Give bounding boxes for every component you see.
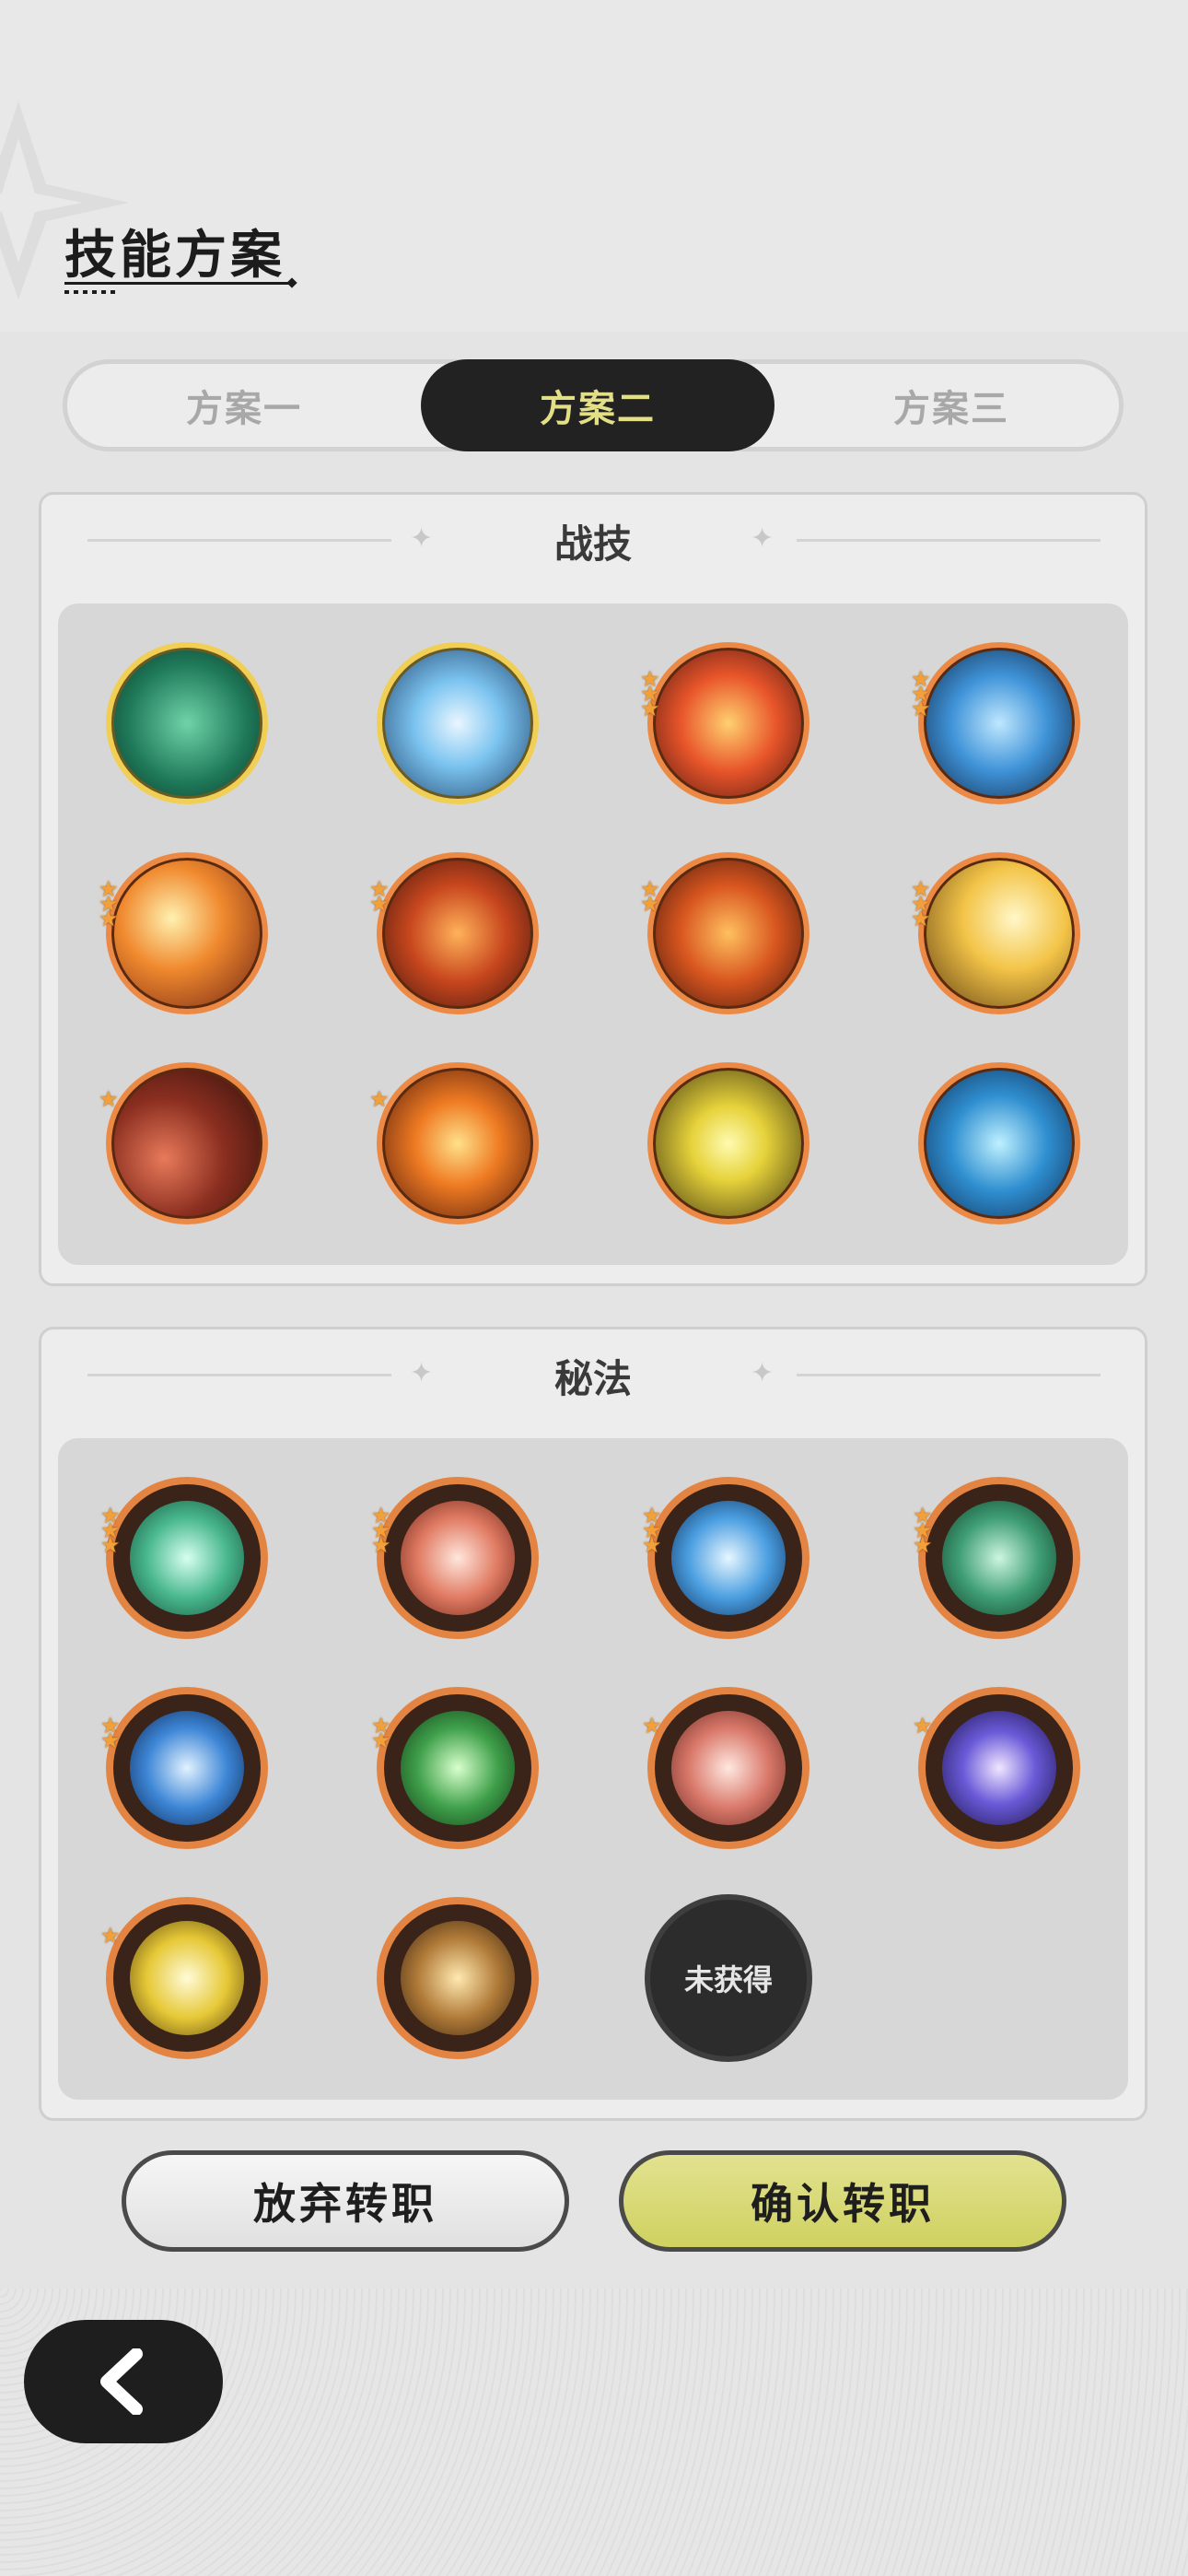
rank-stars: ★ ★ ★ [640,666,660,721]
battle-skills-panel: ✦ 战技 ✦ ★ ★ ★ ★ ★ ★ ★ ★ ★ ★ ★ ★ ★ ★ ★ ★ ★ ★ [39,492,1147,1286]
divider-right [797,1374,1101,1376]
water-whirlpool-icon[interactable] [918,1062,1080,1224]
chevron-left-icon [100,2348,143,2415]
skill-core [671,1501,786,1615]
flame-wave-icon[interactable]: ★ ★ [640,852,809,1014]
skill-core [130,1501,244,1615]
nature-shield-icon[interactable]: ★ ★ ★ [913,1477,1080,1639]
wind-blade-icon[interactable]: ★ ★ [371,1687,539,1849]
skill-core [130,1921,244,2035]
skill-core [401,1921,515,2035]
rank-stars: ★ ★ ★ [913,1503,933,1558]
rank-stars: ★ [99,1086,119,1112]
divider-right [797,539,1101,542]
fire-figure-icon[interactable]: ★ ★ ★ [371,1477,539,1639]
star-light-icon[interactable]: ★ ★ ★ [911,852,1080,1014]
tab-plan-2[interactable]: 方案二 [421,359,775,451]
secret-skill-grid: ★ ★ ★ ★ ★ ★ ★ ★ ★ ★ ★ ★ ★ ★ ★ ★ ★ ★ ★ 未获… [58,1438,1128,2100]
battle-skill-grid: ★ ★ ★ ★ ★ ★ ★ ★ ★ ★ ★ ★ ★ ★ ★ ★ ★ ★ [58,603,1128,1265]
skill-core [401,1501,515,1615]
page-title: 技能方案 [64,226,285,286]
meteor-icon[interactable]: ★ [99,1062,268,1224]
rank-stars: ★ [369,1086,390,1112]
fireball-burst-icon[interactable]: ★ ★ ★ [99,852,268,1014]
title-underline [64,282,295,285]
rank-stars: ★ ★ ★ [371,1503,391,1558]
arcane-clock-icon[interactable]: ★ [913,1687,1080,1849]
fire-spirit-icon[interactable]: ★ ★ ★ [640,642,809,804]
rank-stars: ★ ★ ★ [100,1503,121,1558]
tab-plan-3[interactable]: 方案三 [775,364,1128,447]
skill-core [942,1501,1056,1615]
locked-skill-slot: 未获得 [645,1894,812,2062]
ice-crystal-icon[interactable] [377,642,539,804]
rank-stars: ★ ★ [371,1713,391,1753]
flame-swirl-icon[interactable]: ★ [642,1687,809,1849]
skill-core [942,1711,1056,1825]
back-button[interactable] [24,2320,223,2443]
rank-stars: ★ ★ ★ [99,876,119,931]
rank-stars: ★ ★ ★ [911,876,931,931]
locked-label: 未获得 [683,1962,773,1997]
sparkle-icon: ✦ [751,1357,775,1389]
skill-core [401,1711,515,1825]
light-figure-icon[interactable]: ★ [100,1897,268,2059]
rank-stars: ★ ★ ★ [642,1503,662,1558]
nature-burst-icon[interactable]: ★ ★ ★ [100,1477,268,1639]
skill-core [130,1711,244,1825]
rank-stars: ★ [100,1923,121,1949]
rank-stars: ★ [913,1713,933,1739]
flame-vortex-icon[interactable]: ★ ★ [369,852,539,1014]
water-figure-icon[interactable]: ★ ★ ★ [642,1477,809,1639]
plan-tabs: 方案一 方案二 方案三 [63,359,1124,451]
thorn-vine-icon[interactable] [106,642,268,804]
rank-stars: ★ ★ ★ [911,666,931,721]
starlight-wand-icon[interactable] [377,1897,539,2059]
rank-stars: ★ ★ [100,1713,121,1753]
lightning-orb-icon[interactable] [647,1062,809,1224]
abandon-class-change-button[interactable]: 放弃转职 [122,2150,569,2252]
rank-stars: ★ [642,1713,662,1739]
rank-stars: ★ ★ [369,876,390,917]
sparkle-icon: ✦ [751,522,775,555]
skill-core [671,1711,786,1825]
rank-stars: ★ ★ [640,876,660,917]
confirm-class-change-button[interactable]: 确认转职 [619,2150,1066,2252]
tab-plan-1[interactable]: 方案一 [67,364,421,447]
ice-spike-icon[interactable]: ★ ★ [100,1687,268,1849]
secret-arts-panel: ✦ 秘法 ✦ ★ ★ ★ ★ ★ ★ ★ ★ ★ ★ ★ ★ ★ ★ ★ ★ ★… [39,1327,1147,2121]
ice-shard-icon[interactable]: ★ ★ ★ [911,642,1080,804]
fire-explosion-icon[interactable]: ★ [369,1062,539,1224]
title-dots [64,290,116,294]
